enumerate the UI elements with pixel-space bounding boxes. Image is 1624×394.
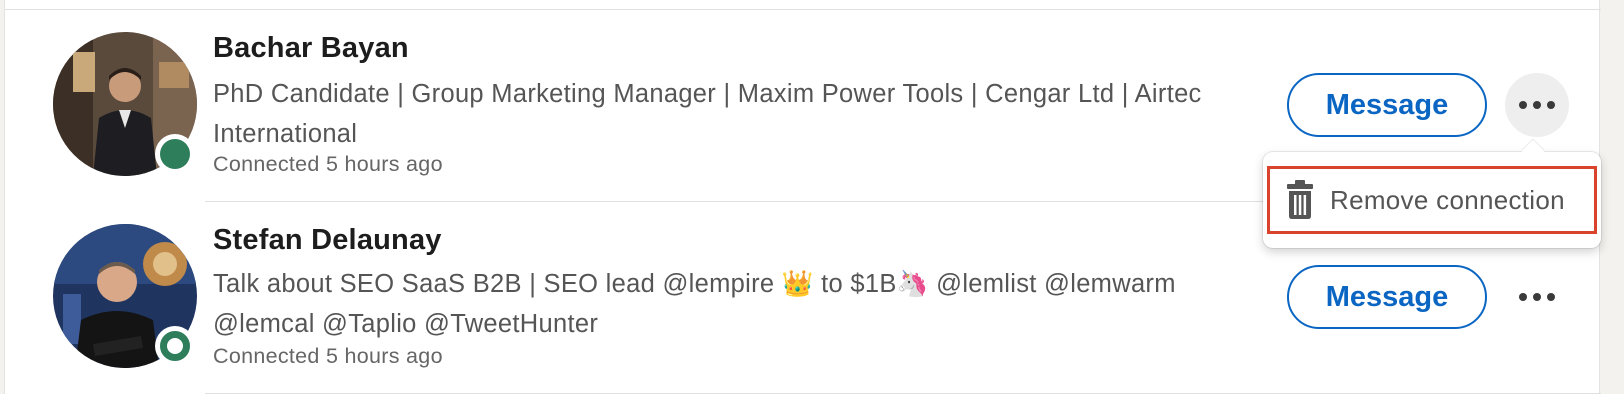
more-actions-menu: Remove connection [1263, 152, 1601, 248]
connection-headline: PhD Candidate | Group Marketing Manager … [213, 80, 1202, 148]
connected-time: Connected 5 hours ago [213, 344, 443, 368]
presence-indicator [155, 134, 195, 174]
online-dot-icon [160, 139, 190, 169]
connection-name[interactable]: Bachar Bayan [213, 32, 409, 65]
menu-item-label: Remove connection [1330, 184, 1565, 215]
more-actions-button[interactable] [1505, 73, 1569, 137]
connection-name[interactable]: Stefan Delaunay [213, 224, 442, 257]
trash-icon [1287, 180, 1313, 219]
message-button[interactable]: Message [1287, 73, 1487, 137]
ellipsis-icon [1519, 101, 1555, 109]
remove-connection-menu-item[interactable]: Remove connection [1267, 166, 1597, 234]
connected-time: Connected 5 hours ago [213, 152, 443, 176]
message-button[interactable]: Message [1287, 265, 1487, 329]
connections-list: Bachar Bayan PhD Candidate | Group Marke… [4, 0, 1601, 394]
active-ring-icon [160, 331, 190, 361]
presence-indicator [155, 326, 195, 366]
more-actions-button[interactable] [1505, 265, 1569, 329]
connection-headline: Talk about SEO SaaS B2B | SEO lead @lemp… [213, 270, 1176, 338]
list-top-divider [5, 0, 1601, 10]
ellipsis-icon [1519, 293, 1555, 301]
